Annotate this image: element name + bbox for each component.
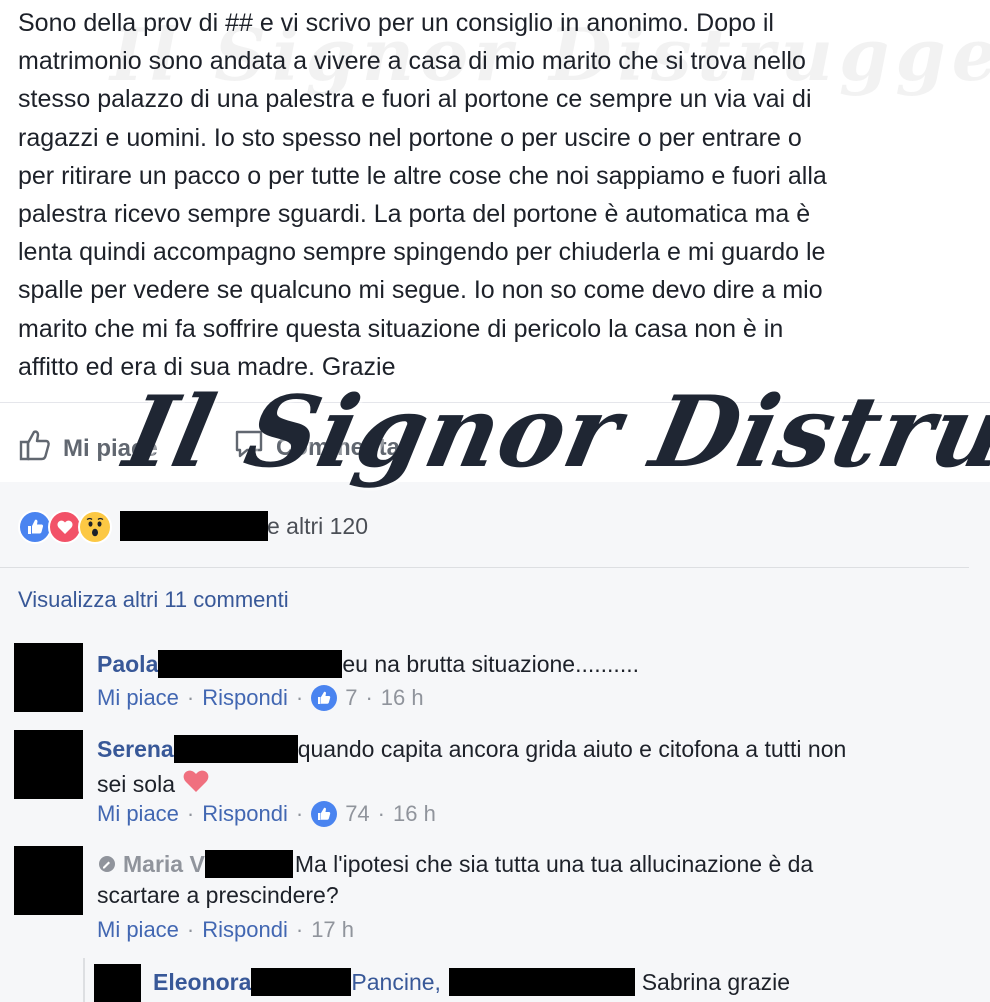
comment-text: Maria V Ma l'ipotesi che sia tutta una tu… bbox=[97, 850, 813, 878]
comment-text: Paola eu na brutta situazione.......... bbox=[97, 650, 639, 678]
redacted-surname bbox=[173, 735, 298, 763]
separator-dot: · bbox=[377, 801, 385, 826]
redacted-names bbox=[120, 511, 268, 541]
post-line: ragazzi e uomini. Io sto spesso nel port… bbox=[18, 123, 802, 152]
avatar[interactable] bbox=[14, 846, 83, 915]
comment-author[interactable]: Maria V bbox=[123, 851, 205, 878]
separator-dot: · bbox=[186, 801, 195, 826]
separator-dot: · bbox=[365, 685, 373, 710]
post-line: per ritirare un pacco o per tutte le alt… bbox=[18, 161, 827, 190]
reply-text-line: Sabrina grazie bbox=[641, 969, 791, 995]
redacted-surname bbox=[251, 968, 352, 996]
comment-like-link[interactable]: Mi piace bbox=[97, 801, 179, 827]
comment-reply-link[interactable]: Rispondi bbox=[202, 685, 288, 711]
comment-meta: Mi piace · Rispondi · 74 · 16 h bbox=[97, 801, 436, 827]
comment-author[interactable]: Serena bbox=[97, 736, 174, 762]
post-line: palestra ricevo sempre sguardi. La porta… bbox=[18, 200, 811, 229]
avatar[interactable] bbox=[14, 730, 83, 799]
post-line: spalle per vedere se qualcuno mi segue. … bbox=[18, 276, 823, 305]
edited-badge-icon bbox=[97, 854, 117, 874]
reply-thread-line bbox=[83, 958, 85, 1002]
thumbs-up-icon bbox=[17, 427, 53, 470]
separator-dot: · bbox=[295, 685, 304, 710]
like-reaction-icon bbox=[18, 510, 52, 544]
comment-text-continued: scartare a prescindere? bbox=[97, 882, 339, 908]
redacted-surname bbox=[158, 650, 343, 678]
post-line: matrimonio sono andata a vivere a casa d… bbox=[18, 47, 806, 76]
comment-timestamp[interactable]: 16 h bbox=[381, 685, 424, 711]
post-line: stesso palazzo di una palestra e fuori a… bbox=[18, 85, 812, 114]
like-count-icon bbox=[311, 685, 338, 711]
redacted-tag bbox=[449, 968, 636, 996]
reactions-count-text[interactable]: e altri 120 bbox=[267, 513, 368, 540]
view-more-comments-link[interactable]: Visualizza altri 11 commenti bbox=[18, 587, 289, 613]
reply-tag[interactable]: Pancine, bbox=[351, 969, 441, 995]
post-line: lenta quindi accompagno sempre spingendo… bbox=[18, 238, 826, 267]
separator-dot: · bbox=[295, 917, 304, 942]
comment-like-link[interactable]: Mi piace bbox=[97, 917, 179, 943]
wow-reaction-icon bbox=[78, 510, 112, 544]
comment-text-line: sei sola bbox=[97, 770, 175, 797]
redacted-surname bbox=[204, 850, 293, 878]
separator-dot: · bbox=[186, 917, 195, 942]
comment-timestamp[interactable]: 17 h bbox=[311, 917, 354, 943]
separator-dot: · bbox=[186, 685, 195, 710]
heart-emoji-icon bbox=[181, 767, 211, 801]
divider bbox=[0, 567, 969, 568]
comment-timestamp[interactable]: 16 h bbox=[393, 801, 436, 827]
comment-text-line: Ma l'ipotesi che sia tutta una tua alluc… bbox=[294, 850, 814, 877]
comment-text: Serena quando capita ancora grida aiuto e… bbox=[97, 735, 846, 763]
love-reaction-icon bbox=[48, 510, 82, 544]
reply-author[interactable]: Eleonora bbox=[153, 969, 251, 995]
comment-author[interactable]: Paola bbox=[97, 651, 158, 677]
reply-text: Eleonora Pancine, Sabrina grazie bbox=[153, 968, 790, 996]
post-line: Sono della prov di ## e vi scrivo per un… bbox=[18, 9, 774, 37]
post-body: Sono della prov di ## e vi scrivo per un… bbox=[18, 4, 978, 386]
comment-text-continued: sei sola bbox=[97, 767, 211, 801]
comment-text-line: eu na brutta situazione.......... bbox=[342, 651, 639, 677]
like-count-icon bbox=[311, 801, 338, 827]
reply-avatar[interactable] bbox=[94, 964, 141, 1002]
comment-reply-link[interactable]: Rispondi bbox=[202, 917, 288, 943]
post-line: marito che mi fa soffrire questa situazi… bbox=[18, 314, 784, 343]
comment-like-link[interactable]: Mi piace bbox=[97, 685, 179, 711]
reactions-summary[interactable] bbox=[18, 509, 112, 545]
watermark-logo: Il Signor Distruggere bbox=[115, 375, 990, 490]
comment-reply-link[interactable]: Rispondi bbox=[202, 801, 288, 827]
comment-text-line: quando capita ancora grida aiuto e citof… bbox=[297, 736, 847, 762]
comment-meta: Mi piace · Rispondi · 7 · 16 h bbox=[97, 685, 424, 711]
comment-like-count[interactable]: 7 bbox=[345, 685, 357, 711]
comment-meta: Mi piace · Rispondi · 17 h bbox=[97, 917, 354, 943]
comment-like-count[interactable]: 74 bbox=[345, 801, 369, 827]
separator-dot: · bbox=[295, 801, 304, 826]
avatar[interactable] bbox=[14, 643, 83, 712]
